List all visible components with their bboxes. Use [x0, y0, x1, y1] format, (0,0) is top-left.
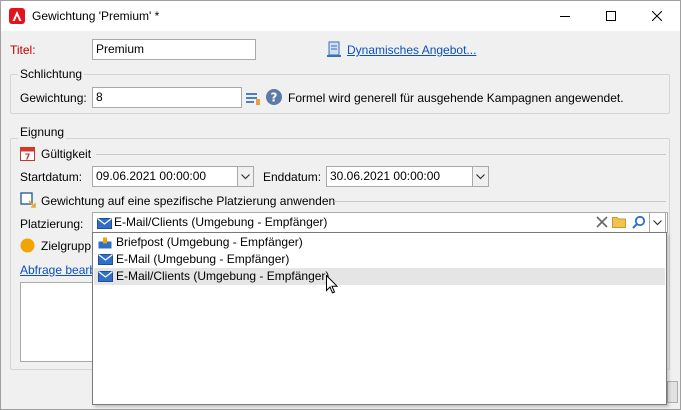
placement-dropdown-list: Briefpost (Umgebung - Empfänger) E-Mail … — [92, 232, 667, 405]
dropdown-item-email[interactable]: E-Mail (Umgebung - Empfänger) — [94, 251, 665, 268]
close-icon — [652, 11, 662, 21]
close-button[interactable] — [634, 1, 680, 31]
dropdown-item-label: Briefpost (Umgebung - Empfänger) — [116, 235, 303, 249]
chevron-down-icon — [476, 174, 485, 180]
chevron-down-icon — [241, 174, 250, 180]
dropdown-item-label: E-Mail/Clients (Umgebung - Empfänger) — [116, 269, 330, 283]
placement-checkbox-label[interactable]: Gewichtung auf eine spezifische Platzier… — [41, 194, 335, 208]
placement-value: E-Mail/Clients (Umgebung - Empfänger) — [114, 215, 328, 229]
footer-button[interactable] — [667, 381, 678, 403]
arbitration-section-label: Schlichtung — [18, 67, 85, 81]
eligibility-section-label: Eignung — [18, 125, 67, 139]
end-date-label: Enddatum: — [263, 170, 322, 184]
svg-text:?: ? — [271, 91, 278, 105]
envelope-icon — [98, 254, 113, 265]
end-date-dropdown-button[interactable] — [472, 166, 489, 187]
calendar-icon: 7 — [20, 147, 35, 162]
target-group-label: Zielgrupp — [41, 239, 92, 253]
placement-dropdown-button[interactable] — [649, 212, 666, 233]
minimize-button[interactable] — [542, 1, 588, 31]
placement-combobox[interactable]: E-Mail/Clients (Umgebung - Empfänger) — [92, 212, 668, 233]
title-input[interactable]: Premium — [92, 39, 256, 60]
title-bar[interactable]: Gewichtung 'Premium' * — [1, 1, 680, 31]
title-label: Titel: — [10, 43, 36, 57]
window-title: Gewichtung 'Premium' * — [32, 9, 160, 23]
help-text: Formel wird generell für ausgehende Kamp… — [288, 91, 624, 105]
dropdown-item-label: E-Mail (Umgebung - Empfänger) — [116, 252, 290, 266]
target-group-icon — [20, 238, 35, 253]
edit-query-link[interactable]: Abfrage bearb — [20, 263, 96, 277]
envelope-icon — [97, 218, 112, 229]
maximize-icon — [606, 11, 616, 21]
start-date-input[interactable]: 09.06.2021 00:00:00 — [92, 166, 238, 187]
offer-icon — [327, 41, 341, 57]
chevron-down-icon — [653, 220, 662, 226]
start-date-dropdown-button[interactable] — [237, 166, 254, 187]
mouse-cursor-icon — [326, 275, 338, 294]
folder-icon[interactable] — [612, 215, 626, 228]
weight-input[interactable]: 8 — [92, 87, 242, 108]
dropdown-item-email-clients[interactable]: E-Mail/Clients (Umgebung - Empfänger) — [94, 268, 665, 285]
clear-icon[interactable] — [596, 216, 608, 228]
dropdown-item-briefpost[interactable]: Briefpost (Umgebung - Empfänger) — [94, 234, 665, 251]
envelope-icon — [98, 271, 113, 282]
adobe-app-icon — [9, 8, 25, 24]
dynamic-offer-link[interactable]: Dynamisches Angebot... — [347, 43, 476, 57]
weight-label: Gewichtung: — [20, 91, 87, 105]
query-text-area[interactable] — [20, 282, 95, 362]
help-icon: ? — [266, 89, 282, 105]
maximize-button[interactable] — [588, 1, 634, 31]
end-date-input[interactable]: 30.06.2021 00:00:00 — [326, 166, 473, 187]
minimize-icon — [560, 16, 570, 17]
start-date-label: Startdatum: — [20, 170, 83, 184]
search-icon[interactable] — [632, 215, 646, 229]
dialog-window: Gewichtung 'Premium' * Titel: Premium Dy… — [0, 0, 681, 410]
placement-label: Platzierung: — [20, 217, 84, 231]
svg-text:7: 7 — [25, 153, 31, 162]
mail-post-icon — [98, 237, 112, 249]
validity-label: Gültigkeit — [41, 147, 92, 161]
placement-checkbox-icon[interactable] — [20, 192, 36, 208]
formula-edit-icon[interactable] — [245, 90, 261, 106]
